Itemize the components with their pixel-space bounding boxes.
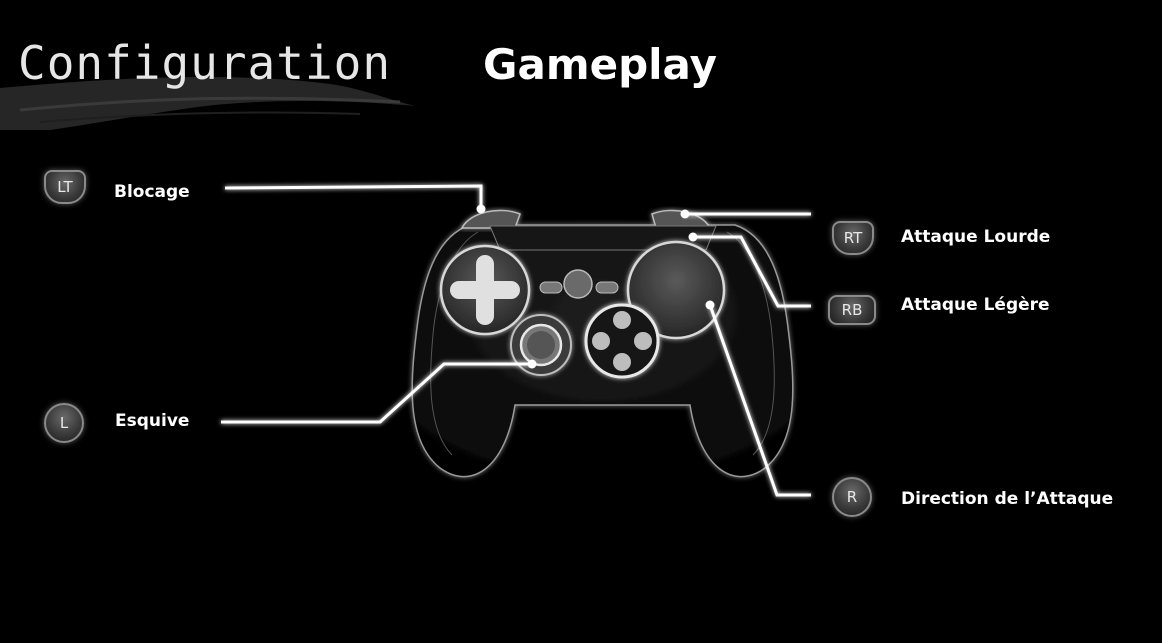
label-esquive: Esquive	[115, 411, 190, 431]
controller-diagram	[221, 184, 811, 497]
dpad-horizontal	[450, 281, 520, 299]
left-stick-icon: L	[44, 403, 84, 443]
label-direction-attaque: Direction de l’Attaque	[901, 489, 1114, 509]
rb-bumper-icon: RB	[828, 295, 876, 325]
lt-trigger-icon: LT	[44, 170, 86, 204]
label-blocage: Blocage	[114, 182, 190, 202]
lt-bumper-shape	[460, 209, 521, 229]
label-attaque-lourde: Attaque Lourde	[901, 227, 1051, 247]
gamepad-icon	[411, 209, 794, 478]
right-stick-icon: R	[832, 477, 872, 517]
label-attaque-legere: Attaque Légère	[901, 295, 1050, 315]
callout-line-lt	[224, 184, 483, 209]
rt-trigger-icon: RT	[832, 221, 874, 255]
